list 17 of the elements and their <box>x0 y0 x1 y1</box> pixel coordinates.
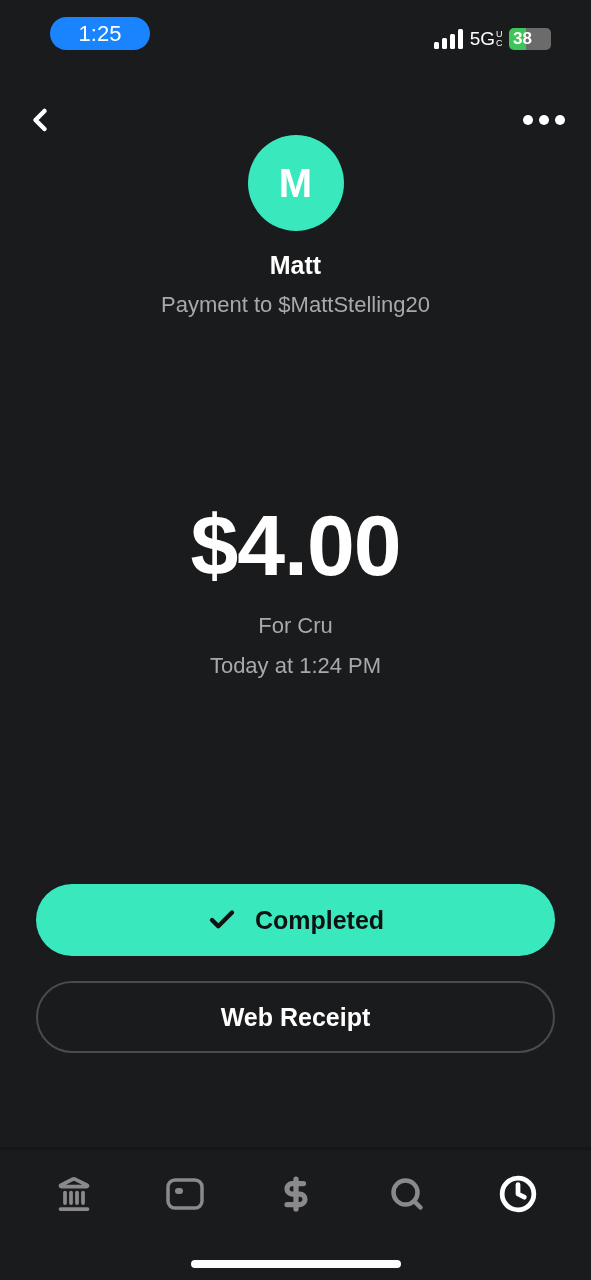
signal-icon <box>433 29 464 49</box>
clock-icon <box>498 1175 537 1213</box>
search-icon <box>388 1176 425 1212</box>
payment-date: Today at 1:24 PM <box>209 653 382 679</box>
recipient-name: Matt <box>269 251 322 280</box>
battery-level: 38 <box>509 28 551 50</box>
amount: $4.00 <box>190 496 401 595</box>
avatar: M <box>247 135 344 231</box>
network-sub-label: UC <box>496 30 503 48</box>
payment-subtitle: Payment to $MattStelling20 <box>160 292 430 318</box>
completed-button[interactable]: Completed <box>36 884 555 956</box>
more-button[interactable] <box>523 115 565 125</box>
payment-note: For Cru <box>258 613 333 639</box>
network-label: 5G <box>469 28 495 50</box>
web-receipt-button[interactable]: Web Receipt <box>36 981 555 1053</box>
card-icon <box>165 1178 204 1210</box>
status-time: 1:25 <box>50 17 150 50</box>
